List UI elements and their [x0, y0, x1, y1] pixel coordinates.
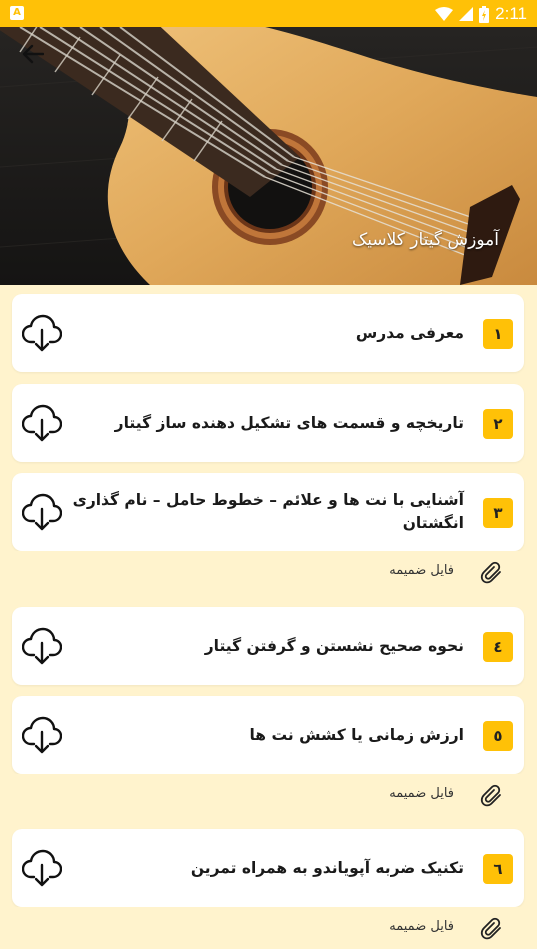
- lesson-number-badge: ٤: [483, 632, 513, 662]
- status-icons: 2:11: [435, 3, 527, 25]
- paperclip-icon: [480, 561, 501, 584]
- status-time: 2:11: [495, 4, 527, 23]
- cloud-download-icon[interactable]: [22, 493, 62, 531]
- attachment-row[interactable]: فایل ضمیمه: [12, 551, 524, 595]
- cloud-download-icon[interactable]: [22, 716, 62, 754]
- lesson-title: نحوه صحیح نشستن و گرفتن گیتار: [204, 637, 464, 655]
- cloud-download-icon[interactable]: [22, 314, 62, 352]
- lesson-card[interactable]: ٣ آشنایی با نت ها و علائم – خطوط حامل – …: [12, 473, 524, 551]
- lesson-card[interactable]: ٦ تکنیک ضربه آپویاندو به همراه تمرین: [12, 829, 524, 907]
- attachment-label: فایل ضمیمه: [389, 786, 454, 801]
- wifi-icon: [435, 7, 454, 21]
- cloud-download-icon[interactable]: [22, 849, 62, 887]
- attachment-row[interactable]: فایل ضمیمه: [12, 774, 524, 818]
- status-bar: A 2:11: [0, 0, 537, 27]
- paperclip-icon: [480, 784, 501, 807]
- attachment-label: فایل ضمیمه: [389, 919, 454, 934]
- lesson-title: آشنایی با نت ها و علائم – خطوط حامل – نا…: [72, 491, 464, 532]
- lesson-card[interactable]: ٥ ارزش زمانی یا کشش نت ها: [12, 696, 524, 774]
- lesson-title: معرفی مدرس: [355, 324, 464, 342]
- back-button[interactable]: [16, 39, 50, 69]
- lesson-number-badge: ٥: [483, 721, 513, 751]
- lesson-number-badge: ٦: [483, 854, 513, 884]
- lesson-title: ارزش زمانی یا کشش نت ها: [249, 726, 464, 744]
- lesson-card[interactable]: ٢ تاریخچه و قسمت های تشکیل دهنده ساز گیت…: [12, 384, 524, 462]
- lesson-number-badge: ١: [483, 319, 513, 349]
- lesson-title: تاریخچه و قسمت های تشکیل دهنده ساز گیتار: [114, 414, 464, 432]
- lesson-card[interactable]: ١ معرفی مدرس: [12, 294, 524, 372]
- lesson-title: تکنیک ضربه آپویاندو به همراه تمرین: [190, 859, 464, 877]
- arrow-back-icon: [22, 44, 44, 64]
- attachment-label: فایل ضمیمه: [389, 563, 454, 578]
- page-title: آموزش گیتار کلاسیک: [352, 230, 499, 250]
- lesson-number-badge: ٢: [483, 409, 513, 439]
- paperclip-icon: [480, 917, 501, 940]
- attachment-row[interactable]: فایل ضمیمه: [12, 907, 524, 949]
- lesson-card[interactable]: ٤ نحوه صحیح نشستن و گرفتن گیتار: [12, 607, 524, 685]
- header-banner: آموزش گیتار کلاسیک: [0, 27, 537, 285]
- cloud-download-icon[interactable]: [22, 404, 62, 442]
- app-notification-icon: A: [10, 6, 24, 20]
- cloud-download-icon[interactable]: [22, 627, 62, 665]
- signal-icon: [459, 7, 474, 21]
- lesson-number-badge: ٣: [483, 498, 513, 528]
- battery-icon: [479, 5, 490, 23]
